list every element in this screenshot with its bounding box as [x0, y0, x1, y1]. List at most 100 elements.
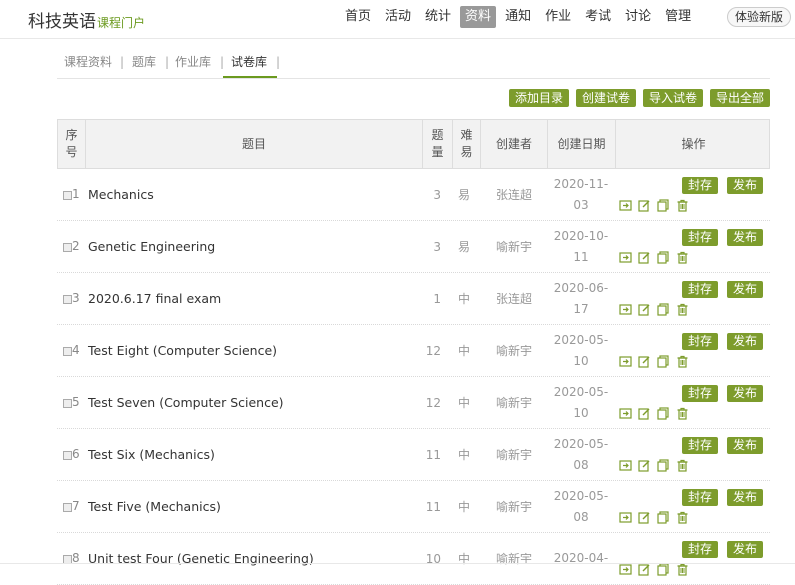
publish-button[interactable]: 发布	[727, 281, 764, 298]
trash-icon[interactable]	[676, 197, 695, 216]
move-icon[interactable]	[619, 405, 638, 424]
creator: 喻新宇	[495, 240, 532, 254]
publish-button[interactable]: 发布	[727, 489, 764, 506]
subtab-0[interactable]: 课程资料	[64, 54, 112, 70]
nav-item-2[interactable]: 统计	[420, 6, 456, 28]
difficulty: 中	[457, 552, 470, 566]
row-operations: 封存 发布	[617, 229, 767, 269]
nav-item-4[interactable]: 通知	[500, 6, 536, 28]
copy-icon[interactable]	[657, 353, 676, 372]
move-icon[interactable]	[619, 353, 638, 372]
row-operations: 封存 发布	[617, 385, 767, 425]
exam-title[interactable]: Unit test Four (Genetic Engineering)	[88, 533, 314, 584]
publish-button[interactable]: 发布	[727, 385, 764, 402]
row-icon-group	[619, 353, 695, 372]
subtab-1[interactable]: 题库	[132, 54, 156, 70]
nav-item-3[interactable]: 资料	[460, 6, 497, 28]
column-header-2: 题 量	[423, 120, 453, 168]
row-checkbox[interactable]	[63, 243, 72, 252]
trash-icon[interactable]	[676, 509, 695, 528]
edit-icon[interactable]	[638, 249, 657, 268]
toolbar-actions: 添加目录 创建试卷 导入试卷 导出全部	[502, 89, 770, 107]
exam-title[interactable]: Mechanics	[88, 169, 154, 220]
move-icon[interactable]	[619, 301, 638, 320]
seal-button[interactable]: 封存	[682, 177, 719, 194]
row-operations: 封存 发布	[617, 281, 767, 321]
seal-button[interactable]: 封存	[682, 489, 719, 506]
edit-icon[interactable]	[638, 301, 657, 320]
edit-icon[interactable]	[638, 405, 657, 424]
creator: 喻新宇	[495, 448, 532, 462]
question-count: 1	[433, 291, 441, 306]
edit-icon[interactable]	[638, 509, 657, 528]
move-icon[interactable]	[619, 457, 638, 476]
subtab-2[interactable]: 作业库	[175, 54, 211, 70]
seal-button[interactable]: 封存	[682, 229, 719, 246]
row-index: 1	[72, 187, 80, 201]
row-checkbox[interactable]	[63, 451, 72, 460]
row-icon-group	[619, 197, 695, 216]
exam-title[interactable]: Test Eight (Computer Science)	[88, 325, 277, 376]
publish-button[interactable]: 发布	[727, 437, 764, 454]
seal-button[interactable]: 封存	[682, 333, 719, 350]
edit-icon[interactable]	[638, 197, 657, 216]
nav-item-7[interactable]: 讨论	[620, 6, 656, 28]
action-button-1[interactable]: 创建试卷	[575, 89, 636, 107]
publish-button[interactable]: 发布	[727, 229, 764, 246]
action-button-2[interactable]: 导入试卷	[642, 89, 703, 107]
copy-icon[interactable]	[657, 509, 676, 528]
exam-title[interactable]: 2020.6.17 final exam	[88, 273, 221, 324]
subtab-3[interactable]: 试卷库	[231, 54, 267, 70]
trash-icon[interactable]	[676, 249, 695, 268]
subtab-separator: |	[220, 55, 225, 69]
trash-icon[interactable]	[676, 405, 695, 424]
publish-button[interactable]: 发布	[727, 541, 764, 558]
nav-item-1[interactable]: 活动	[380, 6, 416, 28]
exam-title[interactable]: Test Six (Mechanics)	[88, 429, 215, 480]
row-index: 5	[72, 395, 80, 409]
seal-button[interactable]: 封存	[682, 437, 719, 454]
edit-icon[interactable]	[638, 353, 657, 372]
creator: 张连超	[495, 292, 532, 306]
copy-icon[interactable]	[657, 301, 676, 320]
created-date: 2020-11- 03	[553, 176, 609, 212]
seal-button[interactable]: 封存	[682, 385, 719, 402]
exam-title[interactable]: Test Seven (Computer Science)	[88, 377, 284, 428]
difficulty: 中	[457, 500, 470, 514]
trash-icon[interactable]	[676, 301, 695, 320]
row-index: 7	[72, 499, 80, 513]
exam-title[interactable]: Test Five (Mechanics)	[88, 481, 221, 532]
nav-item-6[interactable]: 考试	[580, 6, 616, 28]
edit-icon[interactable]	[638, 457, 657, 476]
seal-button[interactable]: 封存	[682, 541, 719, 558]
nav-item-5[interactable]: 作业	[540, 6, 576, 28]
row-checkbox[interactable]	[63, 503, 72, 512]
move-icon[interactable]	[619, 249, 638, 268]
trash-icon[interactable]	[676, 353, 695, 372]
move-icon[interactable]	[619, 509, 638, 528]
publish-button[interactable]: 发布	[727, 333, 764, 350]
publish-button[interactable]: 发布	[727, 177, 764, 194]
trash-icon[interactable]	[676, 457, 695, 476]
difficulty: 中	[457, 292, 470, 306]
action-button-0[interactable]: 添加目录	[508, 89, 569, 107]
try-new-version-button[interactable]: 体验新版	[727, 7, 792, 27]
row-checkbox[interactable]	[63, 191, 72, 200]
creator: 喻新宇	[495, 396, 532, 410]
nav-item-0[interactable]: 首页	[340, 6, 376, 28]
copy-icon[interactable]	[657, 405, 676, 424]
move-icon[interactable]	[619, 197, 638, 216]
copy-icon[interactable]	[657, 249, 676, 268]
row-checkbox[interactable]	[63, 347, 72, 356]
exam-title[interactable]: Genetic Engineering	[88, 221, 215, 272]
copy-icon[interactable]	[657, 457, 676, 476]
subtab-separator: |	[120, 55, 125, 69]
nav-item-8[interactable]: 管理	[660, 6, 696, 28]
action-button-3[interactable]: 导出全部	[709, 89, 770, 107]
copy-icon[interactable]	[657, 197, 676, 216]
row-checkbox[interactable]	[63, 399, 72, 408]
seal-button[interactable]: 封存	[682, 281, 719, 298]
table-row: 2 Genetic Engineering 3 易喻新宇 2020-10- 11 封存 发布	[57, 221, 770, 273]
course-brand[interactable]: 科技英语课程门户	[28, 7, 145, 32]
row-checkbox[interactable]	[63, 295, 72, 304]
